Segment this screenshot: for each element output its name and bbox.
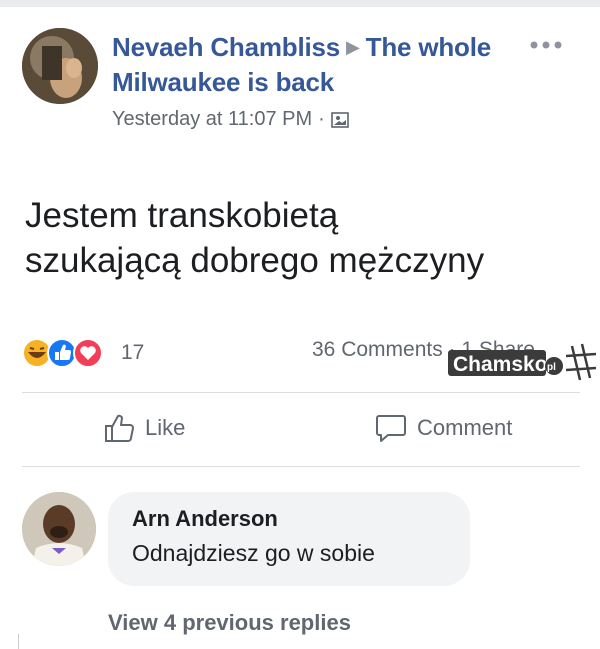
- post-meta: Yesterday at 11:07 PM ·: [112, 108, 492, 131]
- avatar-image: [22, 492, 96, 566]
- post-timestamp[interactable]: Yesterday at 11:07 PM: [112, 108, 312, 131]
- like-icon: [47, 338, 77, 368]
- like-label: Like: [145, 415, 186, 440]
- post-author-avatar[interactable]: [22, 28, 98, 104]
- reaction-count: 17: [121, 341, 145, 364]
- comment-author-link[interactable]: Arn Anderson: [132, 506, 278, 532]
- comment-button[interactable]: Comment: [375, 412, 512, 444]
- meta-separator: ·: [318, 108, 325, 130]
- divider-top: [22, 392, 580, 393]
- svg-text:Chamsko: Chamsko: [453, 353, 548, 376]
- svg-text:pl: pl: [547, 362, 556, 373]
- love-icon: [73, 338, 103, 368]
- avatar-image: [22, 28, 98, 104]
- haha-icon: [22, 338, 52, 368]
- thread-line: [18, 634, 19, 649]
- thumbs-up-icon: [105, 414, 134, 442]
- post-title: Nevaeh Chambliss ▶ The whole Milwaukee is …: [112, 30, 492, 100]
- top-bar: [0, 0, 600, 7]
- watermark-logo: Chamsko pl: [448, 343, 597, 381]
- ellipsis-icon[interactable]: [524, 36, 568, 54]
- reaction-icons: [22, 338, 103, 368]
- post-author-link[interactable]: Nevaeh Chambliss: [112, 32, 340, 62]
- post-body: Jestem transkobietą szukającą dobrego mę…: [25, 193, 595, 283]
- comment-text: Odnajdziesz go w sobie: [132, 540, 375, 566]
- comment-icon: [376, 415, 406, 442]
- post-text-line-2: szukającą dobrego mężczyny: [25, 241, 485, 280]
- reactions-summary[interactable]: 17: [22, 338, 144, 368]
- comment-bubble: Arn Anderson Odnajdziesz go w sobie: [108, 492, 470, 586]
- commenter-avatar[interactable]: [22, 492, 96, 566]
- post-header: Nevaeh Chambliss ▶ The whole Milwaukee is …: [112, 30, 492, 131]
- post-text-line-1: Jestem transkobietą: [25, 196, 339, 235]
- photo-privacy-icon[interactable]: [331, 111, 349, 128]
- comment-label: Comment: [417, 415, 513, 440]
- divider-bottom: [22, 466, 580, 467]
- view-previous-replies-link[interactable]: View 4 previous replies: [108, 610, 351, 636]
- like-button[interactable]: Like: [103, 412, 185, 444]
- arrow-right-icon: ▶: [346, 37, 360, 57]
